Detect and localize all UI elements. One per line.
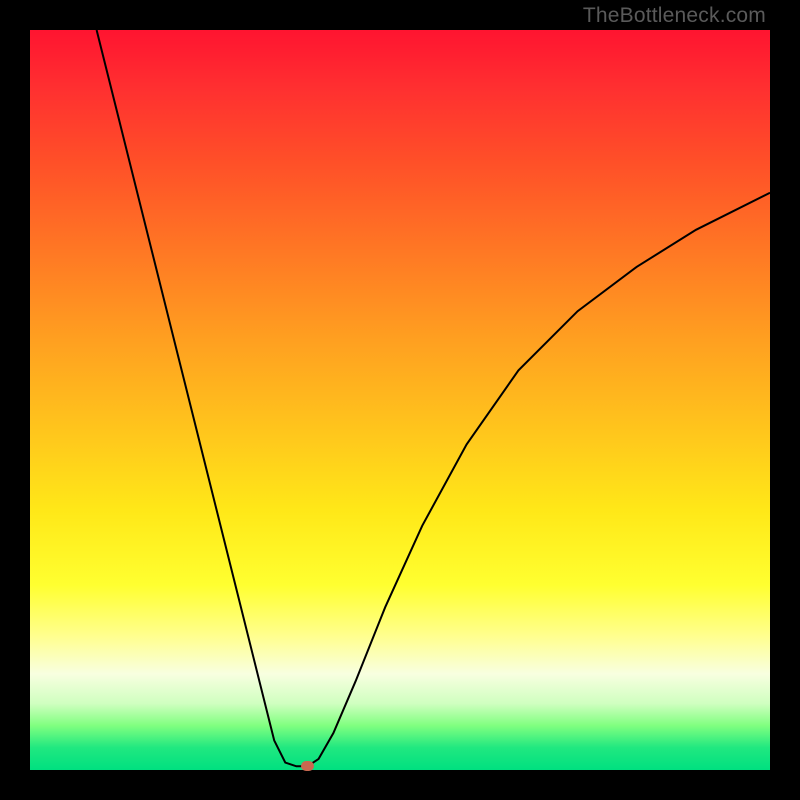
chart-frame: TheBottleneck.com	[0, 0, 800, 800]
bottleneck-curve	[30, 30, 770, 770]
watermark: TheBottleneck.com	[583, 4, 766, 28]
optimal-point-marker	[301, 761, 314, 771]
